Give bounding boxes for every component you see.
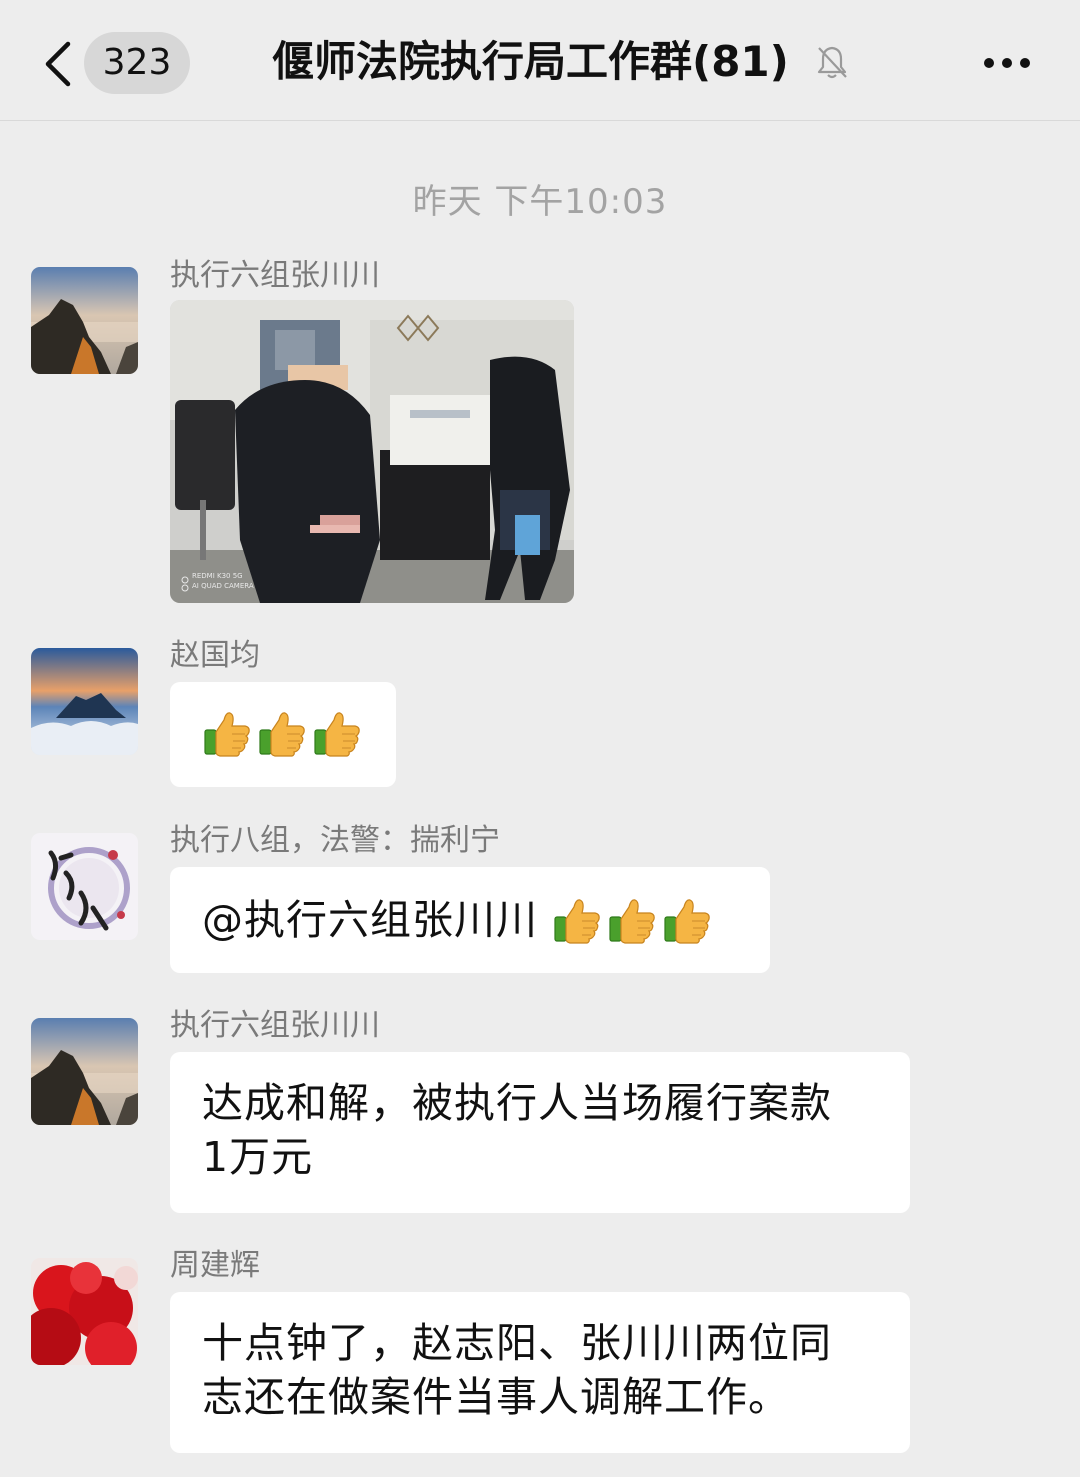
sender-name: 周建辉 xyxy=(170,1248,260,1283)
more-dots-icon[interactable] xyxy=(982,56,1032,70)
bell-off-icon xyxy=(817,46,847,79)
thumbs-up-icon xyxy=(607,895,657,945)
message-bubble[interactable] xyxy=(170,682,396,787)
red-maple-avatar-image xyxy=(31,1258,138,1365)
chat-title: 偃师法院执行局工作群(81) xyxy=(272,37,789,86)
message-bubble[interactable]: 十点钟了，赵志阳、张川川两位同 志还在做案件当事人调解工作。 xyxy=(170,1292,910,1453)
avatar[interactable] xyxy=(31,267,138,374)
thumbs-up-icon xyxy=(257,708,307,758)
thumbs-up-icon xyxy=(202,708,252,758)
mountain-sunrise-avatar-image xyxy=(31,267,138,374)
message-text-line: 志还在做案件当事人调解工作。 xyxy=(202,1373,790,1421)
avatar[interactable] xyxy=(31,833,138,940)
avatar[interactable] xyxy=(31,1258,138,1365)
message-text-line: 十点钟了，赵志阳、张川川两位同 xyxy=(202,1319,832,1367)
message-bubble[interactable]: 达成和解，被执行人当场履行案款 1万元 xyxy=(170,1052,910,1213)
sender-name: 执行八组，法警：揣利宁 xyxy=(170,823,500,858)
message-text: @执行六组张川川 xyxy=(202,896,553,944)
avatar[interactable] xyxy=(31,648,138,755)
thumbs-up-icon xyxy=(312,708,362,758)
message-text-line: 达成和解，被执行人当场履行案款 xyxy=(202,1079,832,1127)
mountain-sunrise-avatar-image xyxy=(31,1018,138,1125)
photo-office-scene: REDMI K30 5G AI QUAD CAMERA xyxy=(170,300,574,603)
thumbs-up-icon xyxy=(662,895,712,945)
svg-text:AI QUAD CAMERA: AI QUAD CAMERA xyxy=(192,582,254,590)
message-text-line: 1万元 xyxy=(202,1133,314,1181)
thumbs-up-icon xyxy=(552,895,602,945)
chevron-left-icon[interactable] xyxy=(38,40,78,88)
sea-of-clouds-avatar-image xyxy=(31,648,138,755)
message-image[interactable]: REDMI K30 5G AI QUAD CAMERA xyxy=(170,300,574,603)
chat-header: 323 偃师法院执行局工作群(81) xyxy=(0,0,1080,121)
message-timestamp: 昨天 下午10:03 xyxy=(412,182,668,222)
message-bubble[interactable]: @执行六组张川川 xyxy=(170,867,770,973)
calligraphy-avatar-image xyxy=(31,833,138,940)
svg-text:REDMI K30 5G: REDMI K30 5G xyxy=(192,572,243,580)
unread-count-badge[interactable]: 323 xyxy=(84,32,190,94)
sender-name: 执行六组张川川 xyxy=(170,258,380,293)
sender-name: 执行六组张川川 xyxy=(170,1008,380,1043)
avatar[interactable] xyxy=(31,1018,138,1125)
sender-name: 赵国均 xyxy=(170,638,260,673)
